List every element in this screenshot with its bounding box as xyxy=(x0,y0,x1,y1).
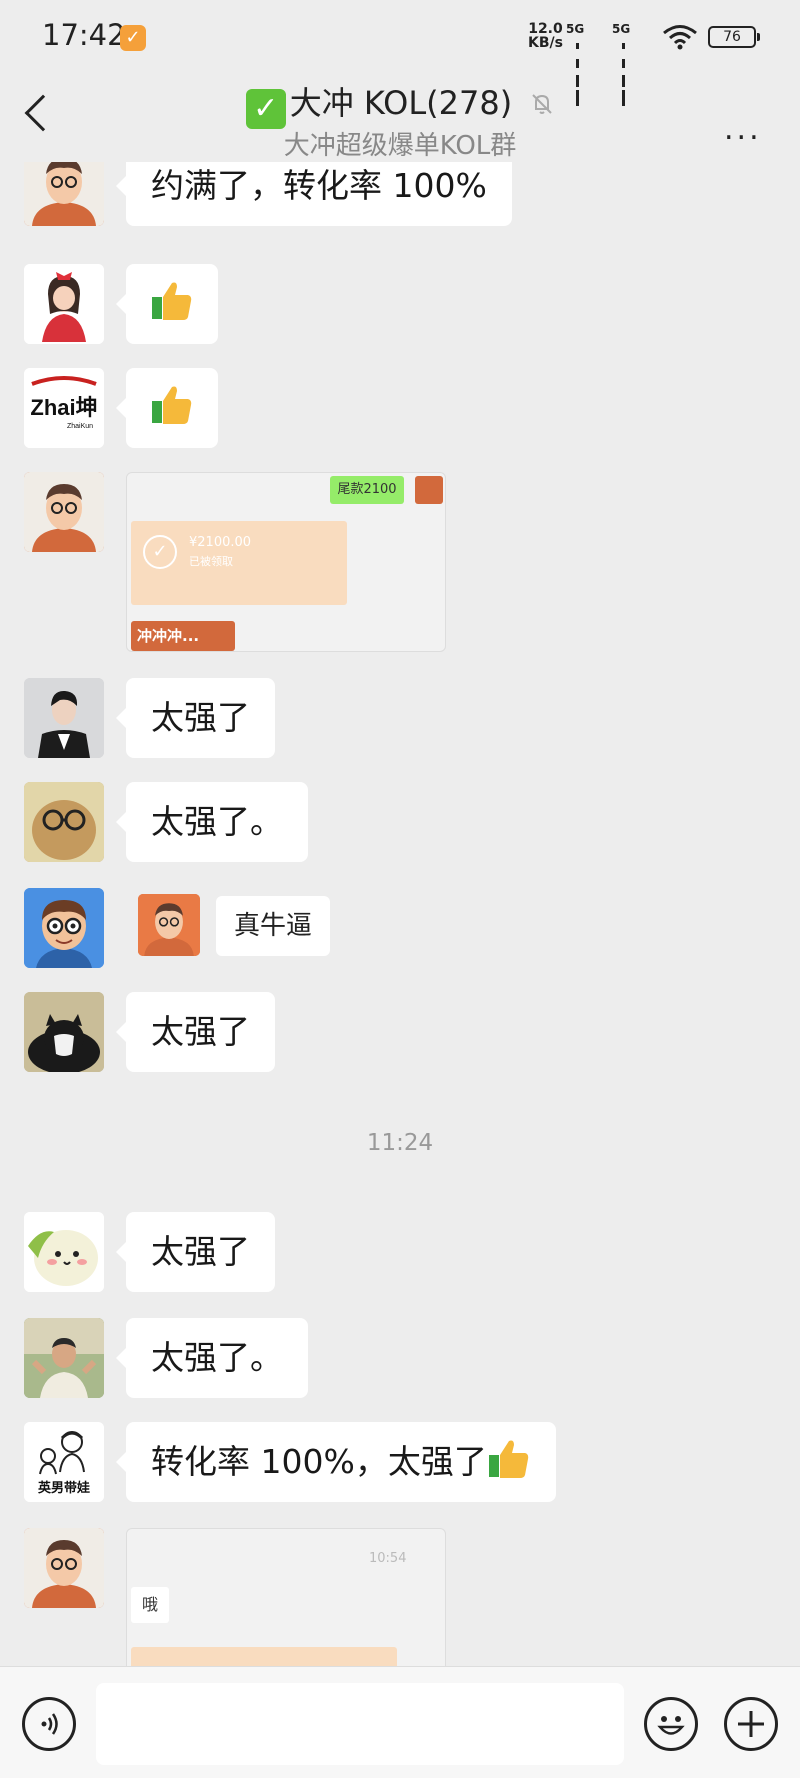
network-speed: 12.0 KB/s xyxy=(528,21,563,51)
message-bubble[interactable]: 太强了。 xyxy=(116,1318,308,1398)
chat-subtitle: 大冲超级爆单KOL群 xyxy=(283,131,517,161)
message-bubble[interactable] xyxy=(116,264,218,344)
image-message-transfer-screenshot[interactable]: 尾款2100 ✓ ¥2100.00 已被领取 冲冲冲... xyxy=(126,472,446,652)
voice-icon xyxy=(41,1713,58,1735)
image-inner-avatar xyxy=(415,476,443,504)
status-bar: 17:42 ✓ 12.0 KB/s 5G 5G 76 xyxy=(0,0,800,106)
avatar-zhaikun-logo[interactable]: Zhai坤 ZhaiKun xyxy=(24,368,104,448)
voice-input-button[interactable] xyxy=(22,1697,76,1751)
avatar-cartoon-man[interactable] xyxy=(24,472,104,552)
avatar-cartoon-man[interactable] xyxy=(24,162,104,226)
thumbs-up-icon xyxy=(152,282,192,320)
message-bubble[interactable]: 约满了，转化率 100% xyxy=(116,162,512,226)
more-options-button[interactable]: ... xyxy=(724,112,762,147)
message-text: 转化率 100%，太强了 xyxy=(151,1442,487,1481)
image-inner-bubble: 哦 xyxy=(131,1587,169,1623)
svg-text:ZhaiKun: ZhaiKun xyxy=(67,423,93,430)
avatar-black-white-cat[interactable] xyxy=(24,992,104,1072)
avatar-yingnan-daiwa[interactable]: 英男带娃 xyxy=(24,1422,104,1502)
emoji-button[interactable] xyxy=(644,1697,698,1751)
plus-icon xyxy=(738,1711,764,1737)
avatar-cartoon-boy-blue[interactable] xyxy=(24,888,104,968)
chat-timestamp: 11:24 xyxy=(366,1130,434,1156)
check-emoji-icon: ✓ xyxy=(245,89,286,129)
avatar-girl-red-dress[interactable] xyxy=(24,264,104,344)
message-input[interactable] xyxy=(96,1683,624,1765)
image-caption: 冲冲冲... xyxy=(131,621,235,651)
input-bar xyxy=(0,1666,800,1778)
avatar-animal-glasses[interactable] xyxy=(24,782,104,862)
chat-title-text: 大冲 KOL(278) xyxy=(289,84,513,122)
image-transfer-card xyxy=(131,1647,397,1666)
svg-text:Zhai坤: Zhai坤 xyxy=(30,395,97,420)
message-bubble[interactable]: 太强了 xyxy=(116,1212,275,1292)
message-list[interactable]: 约满了，转化率 100% Zhai坤 ZhaiKun 尾款2100 ✓ ¥2100… xyxy=(0,162,800,1666)
image-inner-bubble: 尾款2100 xyxy=(330,476,404,504)
thumbs-up-icon xyxy=(152,386,192,424)
more-functions-button[interactable] xyxy=(724,1697,778,1751)
chat-title: ✓ 大冲 KOL(278) xyxy=(0,78,800,129)
message-bubble[interactable]: 太强了 xyxy=(116,992,275,1072)
muted-bell-icon xyxy=(530,86,554,114)
svg-text:英男带娃: 英男带娃 xyxy=(37,1480,90,1496)
message-bubble[interactable]: 转化率 100%，太强了 xyxy=(116,1422,556,1502)
avatar-cartoon-man[interactable] xyxy=(24,1528,104,1608)
sticker-caption-bubble[interactable]: 真牛逼 xyxy=(216,896,331,956)
thumbs-up-icon xyxy=(488,1440,529,1478)
notification-app-icon: ✓ xyxy=(120,25,146,51)
avatar-man-outdoor-photo[interactable] xyxy=(24,1318,104,1398)
battery-indicator: 76 xyxy=(708,26,760,48)
avatar-cartoon-dumpling[interactable] xyxy=(24,1212,104,1292)
image-inner-time: 10:54 xyxy=(369,1551,407,1566)
chat-header: ✓ 大冲 KOL(278) 大冲超级爆单KOL群 ... xyxy=(0,70,800,162)
image-transfer-card: ✓ ¥2100.00 已被领取 xyxy=(131,521,347,605)
wifi-icon xyxy=(663,25,697,50)
smiley-icon xyxy=(657,1716,685,1735)
message-bubble[interactable]: 太强了。 xyxy=(116,782,308,862)
image-message-chat-screenshot[interactable]: 10:54 哦 xyxy=(126,1528,446,1666)
avatar-man-suit[interactable] xyxy=(24,678,104,758)
sticker-cartoon-man[interactable] xyxy=(138,894,200,956)
status-time: 17:42 xyxy=(42,18,126,52)
message-bubble[interactable]: 太强了 xyxy=(116,678,275,758)
message-bubble[interactable] xyxy=(116,368,218,448)
